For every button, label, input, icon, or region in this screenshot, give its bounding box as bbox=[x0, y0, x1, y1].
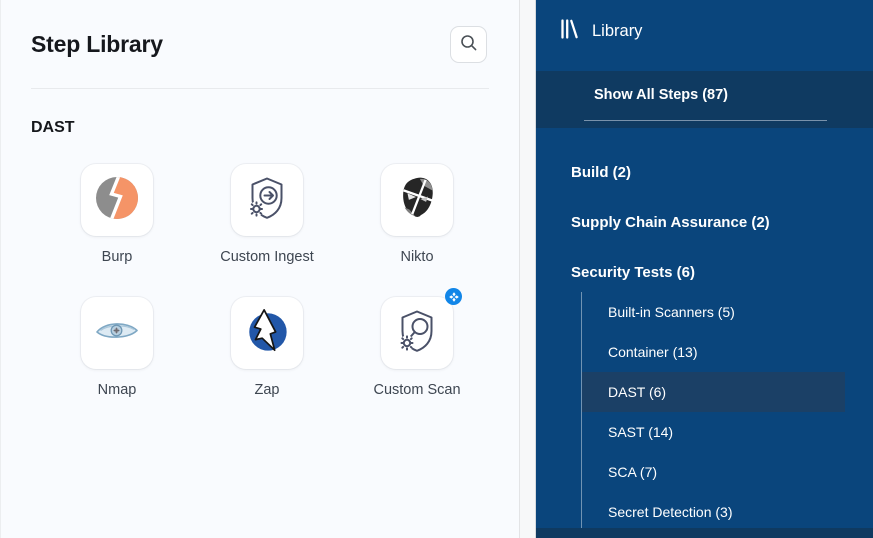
sidebar-item-built-in-scanners[interactable]: Built-in Scanners (5) bbox=[582, 292, 845, 332]
zap-icon bbox=[244, 308, 290, 359]
step-item-custom-ingest: Custom Ingest bbox=[192, 164, 342, 265]
library-header: Library bbox=[536, 0, 873, 44]
sidebar-item-sast[interactable]: SAST (14) bbox=[582, 412, 845, 452]
custom-ingest-icon bbox=[245, 175, 289, 226]
search-button[interactable] bbox=[450, 26, 487, 63]
step-item-burp: Burp bbox=[42, 164, 192, 265]
sidebar-item-dast[interactable]: DAST (6) bbox=[582, 372, 845, 412]
step-item-zap: Zap bbox=[192, 297, 342, 398]
sidebar-item-sca[interactable]: SCA (7) bbox=[582, 452, 845, 492]
sidebar-item-build[interactable]: Build (2) bbox=[536, 164, 873, 182]
step-label: Nmap bbox=[98, 382, 137, 398]
library-sidebar: Library Show All Steps (87) Build (2) Su… bbox=[536, 0, 873, 538]
search-icon bbox=[460, 34, 478, 55]
step-card-custom-ingest[interactable] bbox=[231, 164, 303, 236]
step-item-nmap: Nmap bbox=[42, 297, 192, 398]
category-nav: Build (2) Supply Chain Assurance (2) Sec… bbox=[536, 128, 873, 532]
step-card-custom-scan[interactable] bbox=[381, 297, 453, 369]
step-item-nikto: Nikto bbox=[342, 164, 492, 265]
step-card-burp[interactable] bbox=[81, 164, 153, 236]
drag-badge-icon bbox=[445, 288, 462, 305]
step-library-header: Step Library bbox=[1, 0, 519, 63]
step-label: Custom Ingest bbox=[220, 249, 314, 265]
sidebar-bottom-band bbox=[536, 528, 873, 538]
page-title: Step Library bbox=[31, 31, 163, 58]
panel-gutter bbox=[520, 0, 536, 538]
step-item-custom-scan: Custom Scan bbox=[342, 297, 492, 398]
step-card-nikto[interactable] bbox=[381, 164, 453, 236]
nikto-icon bbox=[396, 175, 438, 226]
show-all-divider bbox=[584, 120, 827, 121]
burp-icon bbox=[94, 175, 140, 226]
step-label: Custom Scan bbox=[373, 382, 460, 398]
library-icon bbox=[560, 19, 579, 44]
show-all-steps-item[interactable]: Show All Steps (87) bbox=[536, 87, 873, 103]
step-card-zap[interactable] bbox=[231, 297, 303, 369]
nmap-icon bbox=[94, 317, 140, 350]
sidebar-title: Library bbox=[592, 22, 642, 41]
sidebar-item-secret-detection[interactable]: Secret Detection (3) bbox=[582, 492, 845, 532]
sidebar-item-security-tests[interactable]: Security Tests (6) bbox=[536, 264, 873, 282]
sidebar-item-container[interactable]: Container (13) bbox=[582, 332, 845, 372]
header-divider bbox=[31, 88, 489, 89]
sidebar-item-supply-chain-assurance[interactable]: Supply Chain Assurance (2) bbox=[536, 214, 873, 232]
show-all-steps-band: Show All Steps (87) bbox=[536, 71, 873, 128]
section-header-dast: DAST bbox=[31, 119, 519, 137]
security-tests-sublist: Built-in Scanners (5) Container (13) DAS… bbox=[581, 292, 845, 532]
step-label: Burp bbox=[102, 249, 133, 265]
step-label: Zap bbox=[255, 382, 280, 398]
step-grid: Burp Custom Ingest bbox=[42, 164, 519, 398]
step-card-nmap[interactable] bbox=[81, 297, 153, 369]
step-label: Nikto bbox=[400, 249, 433, 265]
step-library-panel: Step Library DAST bbox=[0, 0, 520, 538]
custom-scan-icon bbox=[395, 308, 439, 359]
